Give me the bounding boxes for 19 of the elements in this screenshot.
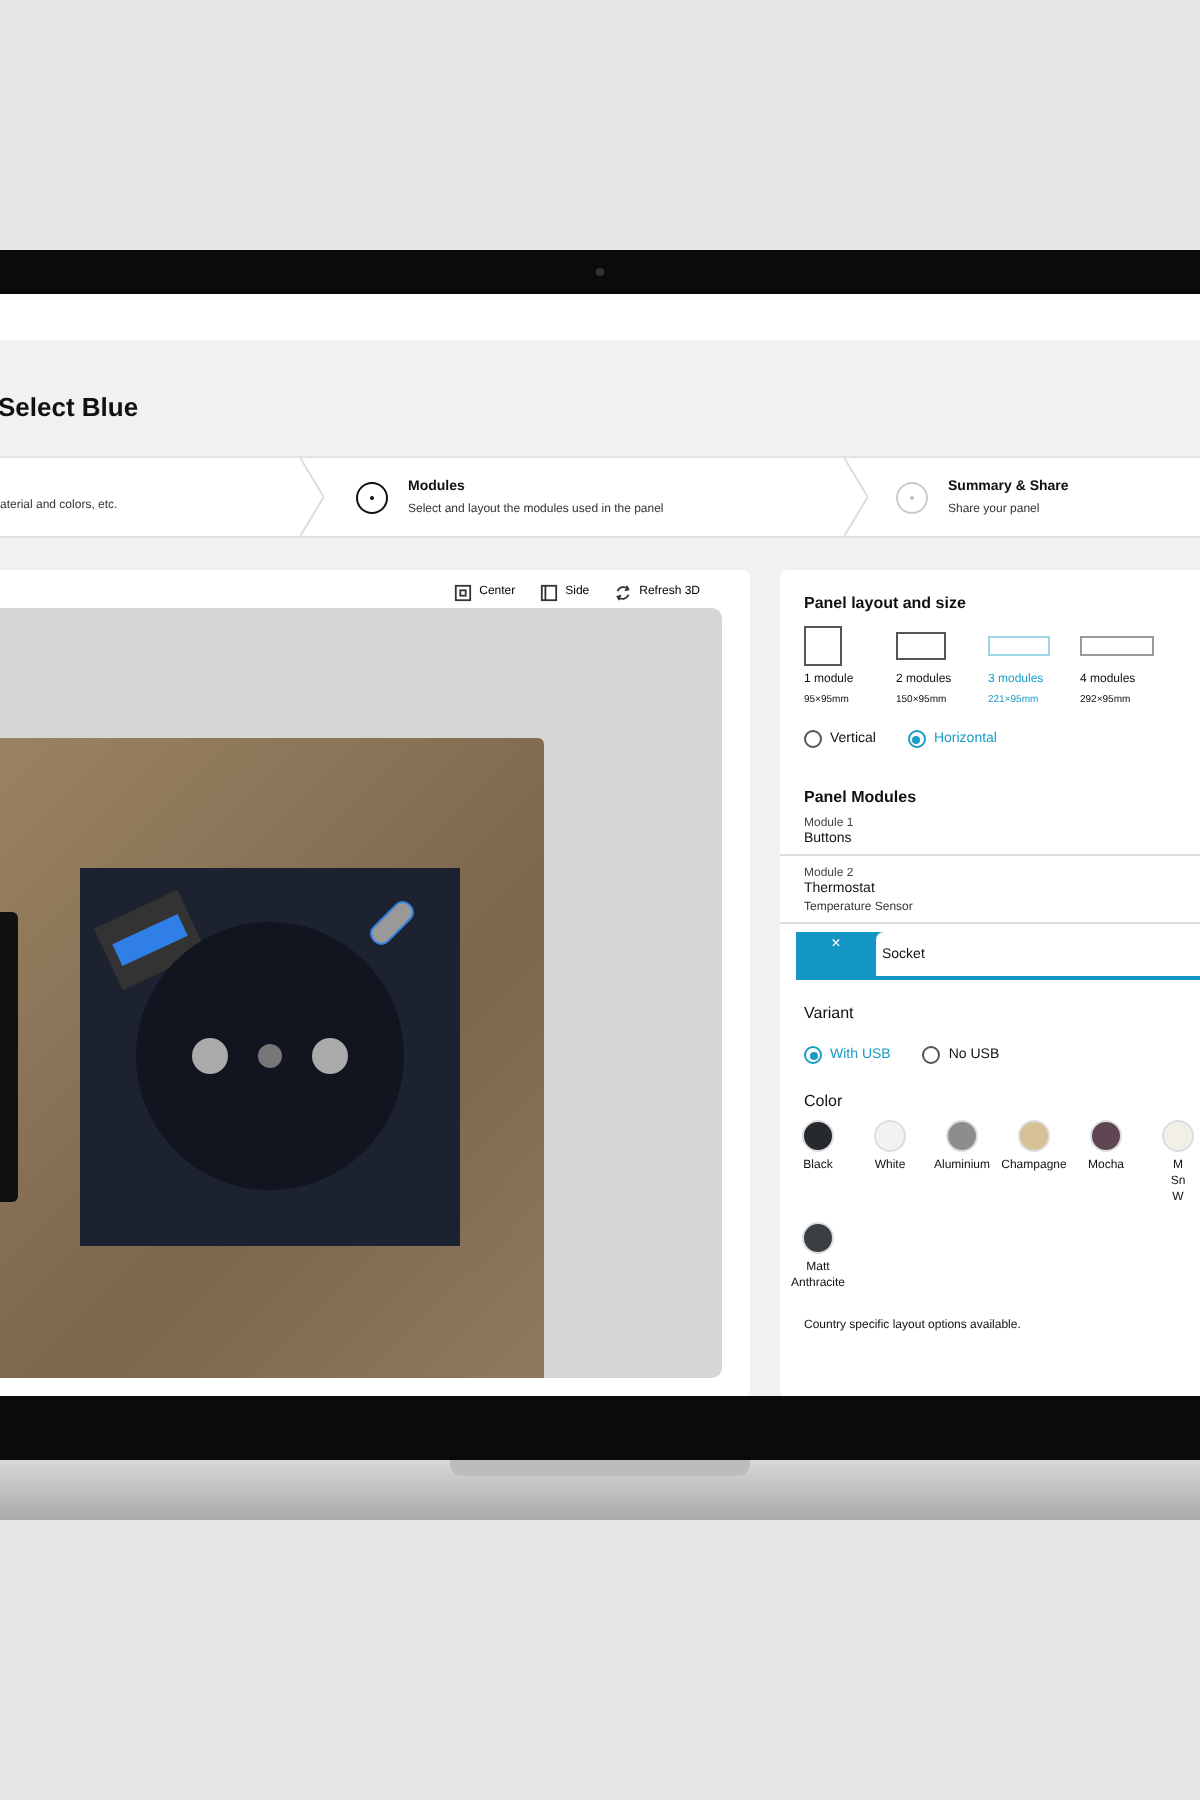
color-swatch[interactable] bbox=[802, 1120, 834, 1152]
panel-shape-icon bbox=[1080, 636, 1154, 656]
color-swatch[interactable] bbox=[946, 1120, 978, 1152]
panel-shape-icon bbox=[804, 626, 842, 666]
color-swatch[interactable] bbox=[1162, 1120, 1194, 1152]
section-heading: Panel layout and size bbox=[804, 594, 968, 612]
color-swatch[interactable] bbox=[874, 1120, 906, 1152]
center-icon bbox=[453, 583, 472, 601]
camera-dot bbox=[596, 268, 604, 276]
refresh-icon bbox=[613, 583, 632, 601]
color-swatch[interactable] bbox=[1090, 1120, 1122, 1152]
panel-shape-icon bbox=[988, 636, 1050, 656]
side-icon bbox=[539, 583, 558, 601]
color-swatch[interactable] bbox=[1018, 1120, 1050, 1152]
section-heading: Variant bbox=[804, 1004, 856, 1022]
section-heading: Panel Modules bbox=[804, 788, 919, 806]
color-swatch[interactable] bbox=[802, 1222, 834, 1255]
section-heading: Color bbox=[804, 1092, 845, 1110]
panel-shape-icon bbox=[896, 632, 946, 660]
